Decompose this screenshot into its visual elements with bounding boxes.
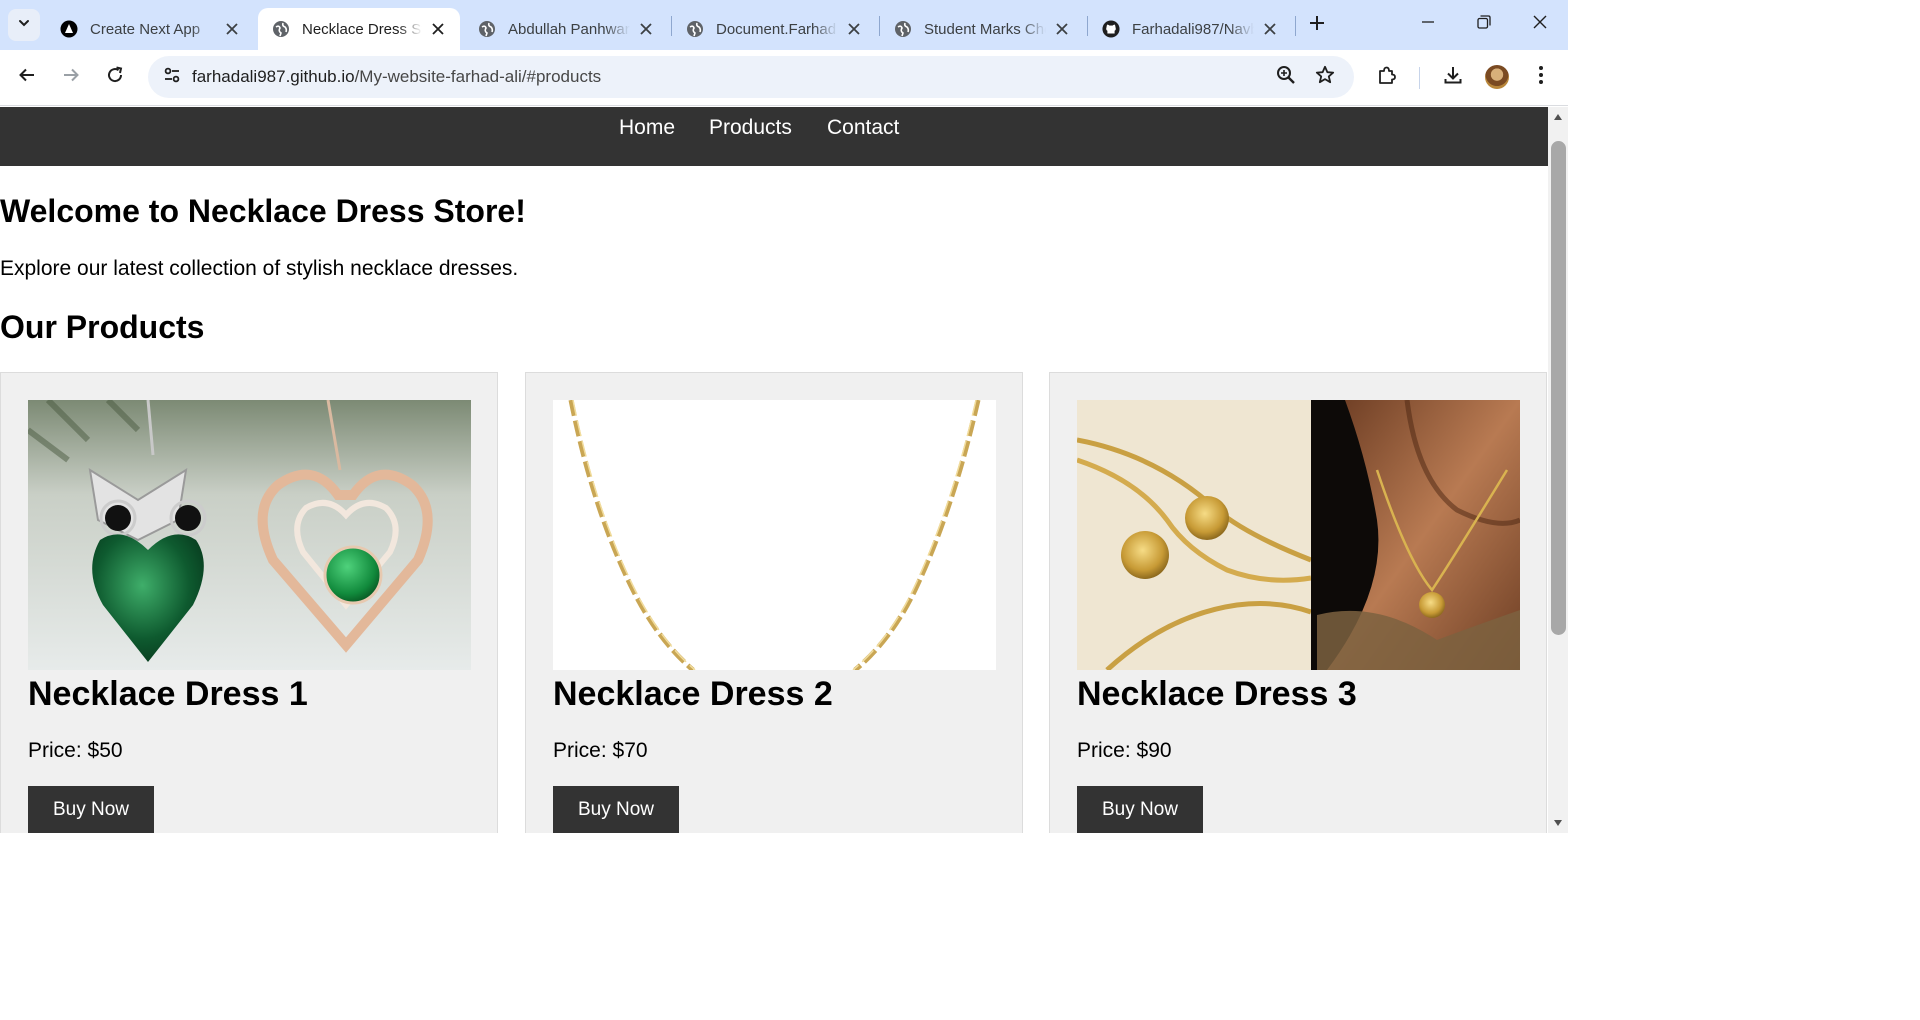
url-path: /My-website-farhad-ali/#products xyxy=(354,67,602,86)
new-tab-button[interactable] xyxy=(1302,10,1332,40)
minimize-button[interactable] xyxy=(1400,6,1456,42)
tab-title: Student Marks Checker xyxy=(924,20,1046,38)
product-name: Necklace Dress 1 xyxy=(28,675,308,713)
zoom-button[interactable] xyxy=(1270,61,1302,93)
tab-divider xyxy=(1295,16,1296,36)
zoom-in-icon xyxy=(1276,65,1296,90)
triangle-up-icon xyxy=(1553,108,1563,126)
arrow-left-icon xyxy=(18,66,36,89)
buy-now-button[interactable]: Buy Now xyxy=(28,786,154,833)
toolbar-divider xyxy=(1419,67,1420,89)
close-icon[interactable] xyxy=(428,19,448,39)
product-image-coin-pendant xyxy=(1077,400,1520,670)
product-card: Necklace Dress 2 Price: $70 Buy Now xyxy=(525,372,1023,833)
chevron-down-icon xyxy=(17,16,31,35)
close-icon[interactable] xyxy=(1260,19,1280,39)
buy-now-button[interactable]: Buy Now xyxy=(553,786,679,833)
close-icon xyxy=(1533,15,1547,34)
page-viewport: Home Products Contact Welcome to Necklac… xyxy=(0,107,1548,833)
tab-necklace-dress-store[interactable]: Necklace Dress Store xyxy=(258,8,460,50)
scroll-down-button[interactable] xyxy=(1548,813,1568,833)
minimize-icon xyxy=(1421,15,1435,34)
puzzle-icon xyxy=(1377,65,1397,90)
site-navbar: Home Products Contact xyxy=(0,107,1548,166)
close-icon[interactable] xyxy=(222,19,242,39)
triangle-down-icon xyxy=(1553,814,1563,832)
tune-icon xyxy=(163,66,181,89)
restore-button[interactable] xyxy=(1456,6,1512,42)
bookmark-button[interactable] xyxy=(1309,61,1341,93)
arrow-right-icon xyxy=(62,66,80,89)
extensions-button[interactable] xyxy=(1371,61,1403,93)
forward-button[interactable] xyxy=(55,61,87,93)
browser-toolbar: farhadali987.github.io/My-website-farhad… xyxy=(0,50,1568,106)
product-price: Price: $70 xyxy=(553,739,648,762)
reload-icon xyxy=(106,66,124,89)
tab-create-next-app[interactable]: Create Next App xyxy=(46,8,254,50)
plus-icon xyxy=(1309,15,1325,36)
tab-document-farhad[interactable]: Document.Farhad xyxy=(672,8,876,50)
tab-title: Farhadali987/Navbar xyxy=(1132,20,1254,38)
nav-link-contact[interactable]: Contact xyxy=(827,116,899,140)
scrollbar-thumb[interactable] xyxy=(1551,141,1566,635)
globe-icon xyxy=(686,20,704,38)
product-price: Price: $50 xyxy=(28,739,123,762)
github-icon xyxy=(1102,20,1120,38)
product-image-gold-chain xyxy=(553,400,996,670)
nav-link-products[interactable]: Products xyxy=(709,116,792,140)
reload-button[interactable] xyxy=(99,61,131,93)
address-bar[interactable]: farhadali987.github.io/My-website-farhad… xyxy=(148,56,1354,98)
downloads-button[interactable] xyxy=(1437,61,1469,93)
product-image-owl-heart xyxy=(28,400,471,670)
menu-button[interactable] xyxy=(1525,61,1557,93)
intro-text: Explore our latest collection of stylish… xyxy=(0,257,519,280)
close-icon[interactable] xyxy=(636,19,656,39)
url-host: farhadali987.github.io xyxy=(192,67,355,86)
page-scrollbar[interactable] xyxy=(1548,107,1568,833)
close-icon[interactable] xyxy=(1052,19,1072,39)
tab-github-navbar[interactable]: Farhadali987/Navbar xyxy=(1088,8,1292,50)
buy-now-button[interactable]: Buy Now xyxy=(1077,786,1203,833)
back-button[interactable] xyxy=(11,61,43,93)
tab-title: Create Next App xyxy=(90,20,201,38)
tab-title: Abdullah Panhwar xyxy=(508,20,630,38)
welcome-heading: Welcome to Necklace Dress Store! xyxy=(0,193,526,229)
star-icon xyxy=(1315,65,1335,90)
site-info-button[interactable] xyxy=(156,61,188,93)
close-window-button[interactable] xyxy=(1512,6,1568,42)
globe-icon xyxy=(894,20,912,38)
close-icon[interactable] xyxy=(844,19,864,39)
products-heading: Our Products xyxy=(0,309,205,345)
profile-avatar[interactable] xyxy=(1485,65,1509,89)
tab-student-marks-checker[interactable]: Student Marks Checker xyxy=(880,8,1084,50)
scroll-up-button[interactable] xyxy=(1548,107,1568,127)
restore-icon xyxy=(1477,14,1491,34)
tab-abdullah-panhwar[interactable]: Abdullah Panhwar xyxy=(464,8,668,50)
globe-icon xyxy=(478,20,496,38)
globe-icon xyxy=(272,20,290,38)
nav-link-home[interactable]: Home xyxy=(619,116,675,140)
tab-search-button[interactable] xyxy=(8,9,40,41)
url-text[interactable]: farhadali987.github.io/My-website-farhad… xyxy=(192,67,601,87)
more-vert-icon xyxy=(1538,65,1544,90)
nextjs-favicon-icon xyxy=(60,20,78,38)
product-card: Necklace Dress 3 Price: $90 Buy Now xyxy=(1049,372,1547,833)
download-icon xyxy=(1443,65,1463,90)
product-name: Necklace Dress 2 xyxy=(553,675,833,713)
product-name: Necklace Dress 3 xyxy=(1077,675,1357,713)
tab-strip: Create Next App Necklace Dress Store Abd… xyxy=(0,0,1568,50)
product-price: Price: $90 xyxy=(1077,739,1172,762)
product-card: Necklace Dress 1 Price: $50 Buy Now xyxy=(0,372,498,833)
tab-title: Necklace Dress Store xyxy=(302,20,422,38)
tab-title: Document.Farhad xyxy=(716,20,837,38)
